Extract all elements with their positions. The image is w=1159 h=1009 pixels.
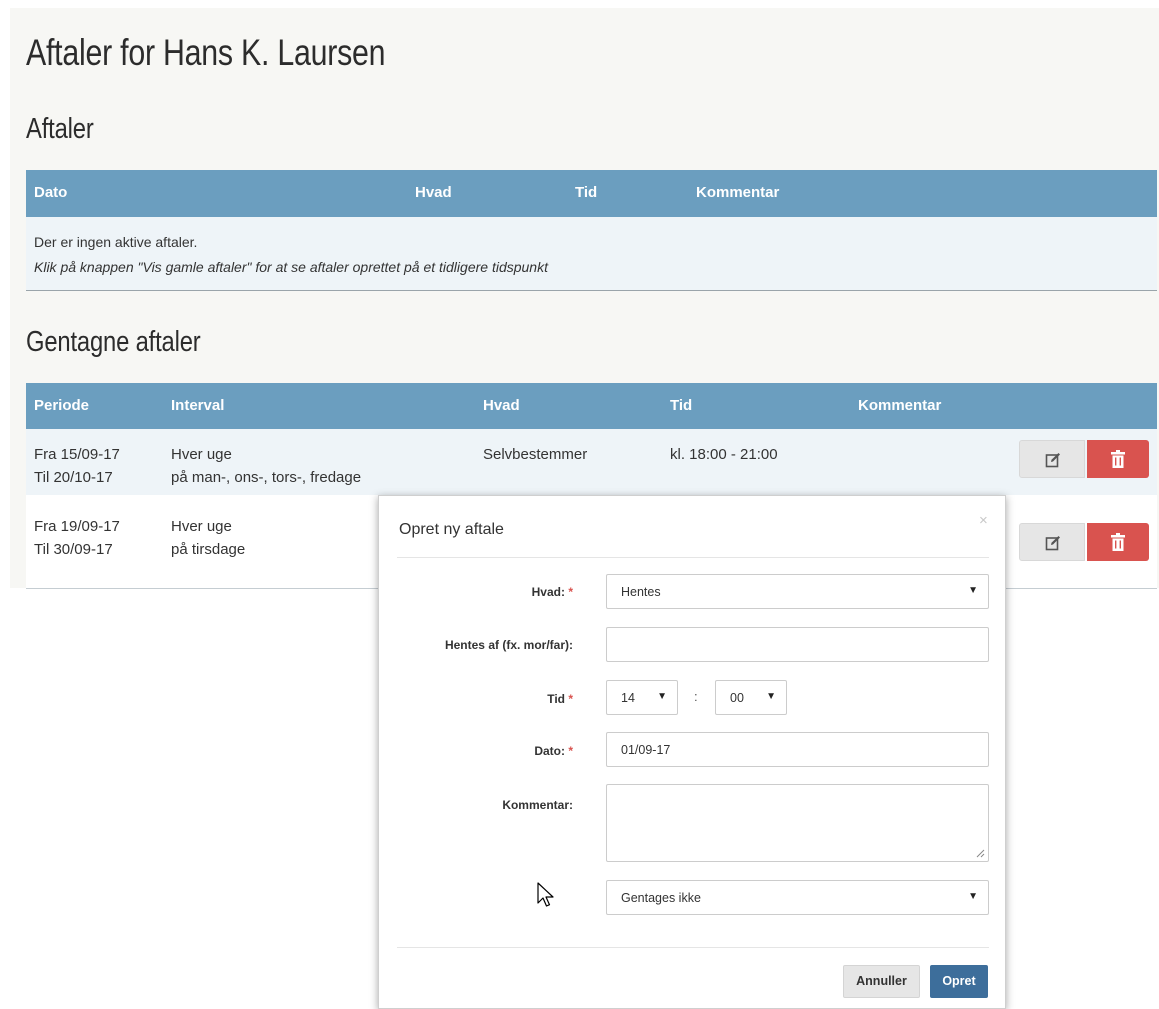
- interval-text: Hver uge: [171, 518, 232, 535]
- kommentar-label: Kommentar:: [502, 798, 573, 812]
- kommentar-textarea[interactable]: [606, 784, 989, 862]
- chevron-down-icon: ▼: [657, 691, 667, 702]
- dato-value: 01/09-17: [621, 743, 671, 757]
- column-header-hvad[interactable]: Hvad: [483, 397, 520, 414]
- close-icon[interactable]: ×: [979, 512, 988, 529]
- empty-message: Der er ingen aktive aftaler.: [34, 234, 198, 250]
- dato-label-text: Dato:: [534, 744, 565, 758]
- what-cell: Selvbestemmer: [483, 446, 588, 463]
- interval-cell: Hver uge på tirsdage: [171, 515, 245, 561]
- divider: [397, 557, 989, 558]
- create-appointment-modal: Opret ny aftale × Hvad: * Hentes ▼ Hente…: [378, 495, 1006, 1009]
- required-marker: *: [568, 692, 573, 706]
- minute-value: 00: [730, 691, 744, 705]
- table-row: Fra 15/09-17 Til 20/10-17 Hver uge på ma…: [26, 429, 1157, 495]
- interval-text: Hver uge: [171, 446, 232, 463]
- tid-label-text: Tid: [547, 692, 565, 706]
- trash-icon: [1111, 450, 1125, 468]
- column-header-tid[interactable]: Tid: [670, 397, 692, 414]
- appointments-table-header: Dato Hvad Tid Kommentar: [26, 170, 1157, 217]
- edit-icon: [1045, 536, 1060, 551]
- repeat-select[interactable]: Gentages ikke ▼: [606, 880, 989, 915]
- page-title: Aftaler for Hans K. Laursen: [26, 32, 386, 73]
- column-header-interval[interactable]: Interval: [171, 397, 224, 414]
- trash-icon: [1111, 533, 1125, 551]
- period-from: Fra 15/09-17: [34, 446, 120, 463]
- hvad-label-text: Hvad:: [531, 585, 565, 599]
- chevron-down-icon: ▼: [766, 691, 776, 702]
- period-to: Til 30/09-17: [34, 541, 113, 558]
- period-cell: Fra 19/09-17 Til 30/09-17: [34, 515, 120, 561]
- cancel-button[interactable]: Annuller: [843, 965, 920, 998]
- delete-button[interactable]: [1087, 523, 1149, 561]
- column-header-kommentar[interactable]: Kommentar: [696, 184, 779, 201]
- recurring-table-header: Periode Interval Hvad Tid Kommentar: [26, 383, 1157, 430]
- recurring-heading: Gentagne aftaler: [26, 326, 201, 358]
- column-header-periode[interactable]: Periode: [34, 397, 89, 414]
- hour-value: 14: [621, 691, 635, 705]
- old-appointments-hint: Klik på knappen "Vis gamle aftaler" for …: [34, 259, 548, 275]
- dato-input[interactable]: 01/09-17: [606, 732, 989, 767]
- time-cell: kl. 18:00 - 21:00: [670, 446, 778, 463]
- period-from: Fra 19/09-17: [34, 518, 120, 535]
- required-marker: *: [568, 585, 573, 599]
- interval-days: på man-, ons-, tors-, fredage: [171, 469, 362, 486]
- hvad-label: Hvad: *: [532, 585, 573, 599]
- chevron-down-icon: ▼: [968, 891, 978, 902]
- tid-label: Tid *: [547, 692, 573, 706]
- hentes-af-label: Hentes af (fx. mor/far):: [444, 638, 573, 652]
- divider: [397, 947, 989, 948]
- delete-button[interactable]: [1087, 440, 1149, 478]
- hvad-selected-value: Hentes: [621, 585, 661, 599]
- required-marker: *: [568, 744, 573, 758]
- edit-button[interactable]: [1019, 440, 1085, 478]
- dato-label: Dato: *: [534, 744, 573, 758]
- chevron-down-icon: ▼: [968, 585, 978, 596]
- time-separator: :: [694, 689, 698, 704]
- column-header-hvad[interactable]: Hvad: [415, 184, 452, 201]
- appointments-heading: Aftaler: [26, 113, 94, 145]
- appointments-empty-state: Der er ingen aktive aftaler. Klik på kna…: [26, 217, 1157, 291]
- period-cell: Fra 15/09-17 Til 20/10-17: [34, 443, 120, 489]
- period-to: Til 20/10-17: [34, 469, 113, 486]
- edit-icon: [1045, 453, 1060, 468]
- resize-handle-icon[interactable]: [976, 849, 985, 858]
- edit-button[interactable]: [1019, 523, 1085, 561]
- column-header-dato[interactable]: Dato: [34, 184, 67, 201]
- interval-cell: Hver uge på man-, ons-, tors-, fredage: [171, 443, 361, 489]
- interval-days: på tirsdage: [171, 541, 246, 558]
- hentes-af-input[interactable]: [606, 627, 989, 662]
- hour-select[interactable]: 14 ▼: [606, 680, 678, 715]
- column-header-tid[interactable]: Tid: [575, 184, 597, 201]
- minute-select[interactable]: 00 ▼: [715, 680, 787, 715]
- submit-button[interactable]: Opret: [930, 965, 988, 998]
- mouse-cursor-icon: [537, 882, 554, 907]
- hvad-select[interactable]: Hentes ▼: [606, 574, 989, 609]
- modal-title: Opret ny aftale: [399, 521, 504, 538]
- repeat-selected-value: Gentages ikke: [621, 891, 701, 905]
- column-header-kommentar[interactable]: Kommentar: [858, 397, 941, 414]
